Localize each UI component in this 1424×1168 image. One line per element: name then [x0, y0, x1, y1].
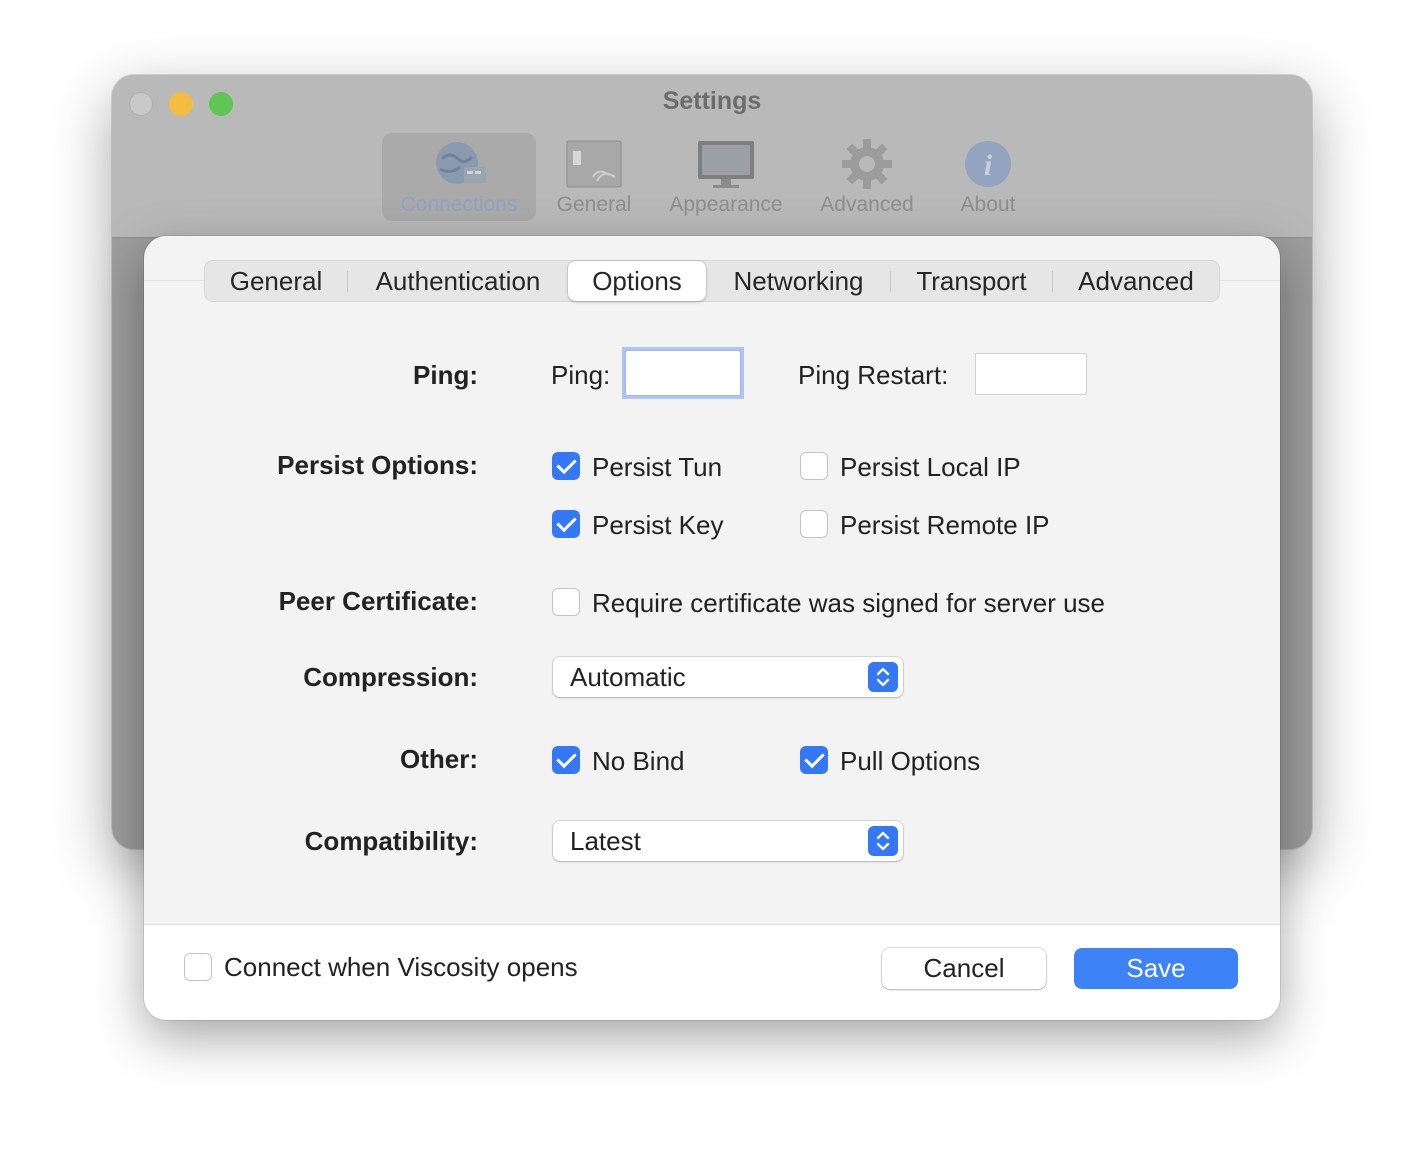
- require-server-cert-checkbox[interactable]: [552, 588, 580, 616]
- tab-authentication[interactable]: Authentication: [348, 261, 568, 301]
- tab-advanced[interactable]: Advanced: [1053, 261, 1219, 301]
- display-icon: [698, 141, 754, 188]
- ping-restart-label: Ping Restart:: [798, 360, 949, 390]
- toolbar-label: Connections: [400, 193, 518, 216]
- settings-toolbar: Settings Connections General Appearance …: [112, 75, 1312, 238]
- compression-value: Automatic: [570, 662, 686, 692]
- no-bind-checkbox[interactable]: [552, 746, 580, 774]
- tab-bar: General Authentication Options Networkin…: [204, 260, 1220, 302]
- ping-restart-input[interactable]: [975, 353, 1087, 395]
- tab-options[interactable]: Options: [568, 261, 706, 301]
- no-bind-label: No Bind: [592, 746, 685, 776]
- pull-options-label: Pull Options: [840, 746, 981, 776]
- connect-on-open-checkbox[interactable]: [184, 953, 212, 981]
- info-icon: i: [965, 141, 1011, 187]
- ping-field-label: Ping:: [551, 360, 611, 390]
- chevron-updown-icon: [868, 662, 898, 692]
- toolbar-about[interactable]: i About: [948, 133, 1028, 221]
- pull-options-checkbox[interactable]: [800, 746, 828, 774]
- save-button[interactable]: Save: [1074, 948, 1238, 989]
- persist-options-label: Persist Options:: [277, 450, 478, 480]
- compression-select[interactable]: Automatic: [553, 657, 903, 697]
- toolbar-label: General: [556, 193, 632, 216]
- compatibility-label: Compatibility:: [304, 826, 478, 856]
- connection-sheet: General Authentication Options Networkin…: [144, 236, 1280, 1020]
- gear-icon: [842, 139, 892, 189]
- ping-input[interactable]: [625, 350, 741, 396]
- toolbar-label: Appearance: [669, 193, 783, 216]
- toolbar-appearance[interactable]: Appearance: [660, 133, 792, 221]
- compression-label: Compression:: [303, 662, 478, 692]
- compatibility-value: Latest: [570, 826, 641, 856]
- tab-transport[interactable]: Transport: [891, 261, 1052, 301]
- ping-section-label: Ping:: [413, 360, 478, 390]
- toolbar-label: Advanced: [820, 193, 914, 216]
- require-server-cert-label: Require certificate was signed for serve…: [592, 588, 1106, 618]
- persist-remote-ip-label: Persist Remote IP: [840, 510, 1050, 540]
- compatibility-select[interactable]: Latest: [553, 821, 903, 861]
- sheet-footer: Connect when Viscosity opens Cancel Save: [144, 925, 1280, 1020]
- globe-connections-icon: [436, 142, 486, 184]
- tab-networking[interactable]: Networking: [707, 261, 890, 301]
- persist-tun-checkbox[interactable]: [552, 452, 580, 480]
- cancel-button[interactable]: Cancel: [882, 948, 1046, 989]
- peer-certificate-label: Peer Certificate:: [278, 586, 478, 616]
- toolbar-general[interactable]: General: [548, 133, 640, 221]
- persist-key-label: Persist Key: [592, 510, 724, 540]
- persist-local-ip-label: Persist Local IP: [840, 452, 1021, 482]
- persist-local-ip-checkbox[interactable]: [800, 452, 828, 480]
- toolbar-advanced[interactable]: Advanced: [812, 133, 922, 221]
- other-label: Other:: [400, 744, 478, 774]
- persist-tun-label: Persist Tun: [592, 452, 723, 482]
- toolbar-connections[interactable]: Connections: [382, 133, 536, 221]
- svg-text:i: i: [984, 149, 993, 182]
- persist-remote-ip-checkbox[interactable]: [800, 510, 828, 538]
- window-title: Settings: [662, 87, 762, 115]
- toolbar-label: About: [960, 193, 1016, 216]
- chevron-updown-icon: [868, 826, 898, 856]
- tab-general[interactable]: General: [205, 261, 347, 301]
- connect-on-open-label: Connect when Viscosity opens: [224, 952, 578, 982]
- switch-panel-icon: [566, 140, 622, 188]
- persist-key-checkbox[interactable]: [552, 510, 580, 538]
